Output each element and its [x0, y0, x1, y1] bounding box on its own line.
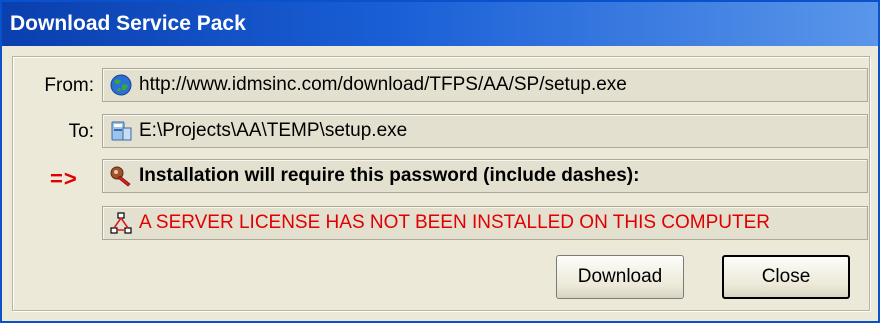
download-dialog: Download Service Pack From: http://www.i… — [0, 0, 880, 323]
globe-icon — [109, 73, 133, 97]
password-value: Installation will require this password … — [139, 165, 640, 186]
to-label: To: — [68, 121, 94, 142]
to-field[interactable]: E:\Projects\AA\TEMP\setup.exe — [102, 114, 868, 148]
license-warning-field: A SERVER LICENSE HAS NOT BEEN INSTALLED … — [102, 206, 868, 240]
computer-icon — [109, 119, 133, 143]
password-field[interactable]: Installation will require this password … — [102, 159, 868, 193]
download-button[interactable]: Download — [556, 255, 684, 299]
close-button[interactable]: Close — [722, 255, 850, 299]
license-warning-text: A SERVER LICENSE HAS NOT BEEN INSTALLED … — [139, 212, 771, 233]
from-label: From: — [44, 75, 94, 96]
to-value: E:\Projects\AA\TEMP\setup.exe — [139, 120, 408, 141]
network-icon — [109, 211, 133, 235]
from-field[interactable]: http://www.idmsinc.com/download/TFPS/AA/… — [102, 68, 868, 102]
password-marker: => — [50, 166, 78, 191]
from-value: http://www.idmsinc.com/download/TFPS/AA/… — [139, 74, 627, 95]
dialog-title: Download Service Pack — [2, 2, 878, 46]
key-icon — [109, 164, 133, 188]
